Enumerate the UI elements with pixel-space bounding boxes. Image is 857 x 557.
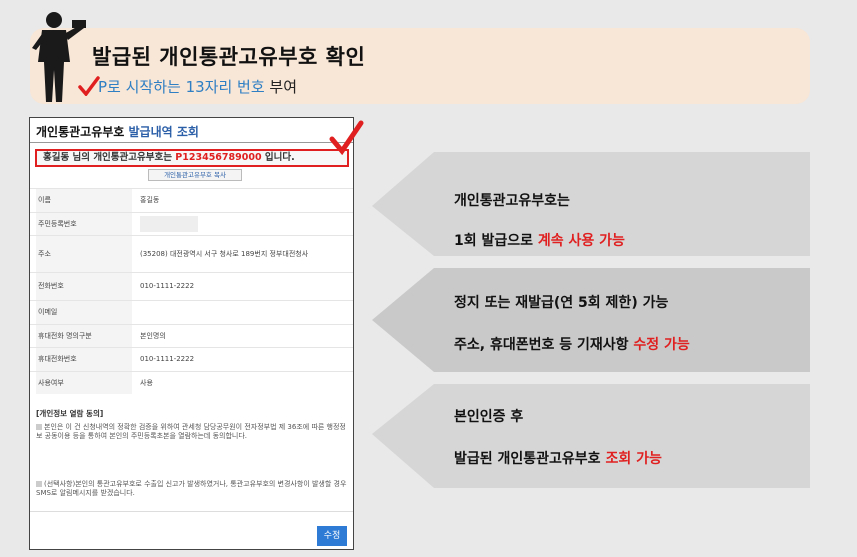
customs-code-value: P123456789000: [175, 152, 262, 163]
red-check-icon: [78, 76, 100, 96]
row-label: 전화번호: [36, 273, 132, 300]
masked-field: [140, 215, 198, 232]
row-label: 주소: [36, 236, 132, 272]
consent-text: 본인은 이 건 신청내역의 정확한 검증을 위하여 관세청 담당공무원이 전자정…: [36, 423, 346, 440]
lookup-panel: 개인통관고유부호 발급내역 조회 홍길동 님의 개인통관고유부호는 P12345…: [29, 117, 354, 550]
callout-lookup: 본인인증 후 발급된 개인통관고유부호 조회 가능: [372, 384, 810, 488]
table-row: 이름 홍길동: [30, 188, 353, 212]
callout-emphasis: 수정 가능: [633, 337, 690, 353]
consent-item: (선택사항)본인의 통관고유부호로 수출입 신고가 발생하였거나, 통관고유부호…: [36, 480, 348, 498]
highlight-prefix: 홍길동 님의 개인통관고유부호는: [43, 152, 176, 163]
subtitle-suffix: 부여: [264, 78, 298, 96]
table-row: 휴대전화 명의구분 본인명의: [30, 323, 353, 347]
callout-line: 본인인증 후: [454, 409, 524, 425]
callout-text: 발급된 개인통관고유부호: [454, 451, 606, 467]
table-row: 휴대전화번호 010-1111-2222: [30, 347, 353, 371]
table-row: 전화번호 010-1111-2222: [30, 272, 353, 300]
divider: [30, 142, 353, 143]
consent-text: (선택사항)본인의 통관고유부호로 수출입 신고가 발생하였거나, 통관고유부호…: [36, 480, 347, 497]
row-label: 이름: [36, 189, 132, 212]
row-value: 010-1111-2222: [140, 282, 195, 290]
table-row: 사용여부 사용: [30, 370, 353, 394]
row-value: (35208) 대전광역시 서구 청사로 189번지 정부대전청사: [140, 250, 309, 258]
row-label: 휴대전화 명의구분: [36, 324, 132, 347]
customs-code-highlight: 홍길동 님의 개인통관고유부호는 P123456789000 입니다.: [35, 149, 349, 167]
row-value: 010-1111-2222: [140, 355, 195, 363]
sms-consent-checkbox[interactable]: [36, 481, 42, 487]
callout-editable: 정지 또는 재발급(연 5회 제한) 가능 주소, 휴대폰번호 등 기재사항 수…: [372, 268, 810, 372]
consent-item: 본인은 이 건 신청내역의 정확한 검증을 위하여 관세청 담당공무원이 전자정…: [36, 423, 348, 441]
row-label: 이메일: [36, 301, 132, 324]
divider: [30, 511, 353, 512]
row-value: 본인명의: [140, 331, 166, 340]
callout-reusable: 개인통관고유부호는 1회 발급으로 계속 사용 가능: [372, 152, 810, 256]
edit-button[interactable]: 수정: [317, 526, 347, 546]
copy-code-button[interactable]: 개인통관고유부호 복사: [148, 169, 242, 181]
consent-checkbox[interactable]: [36, 424, 42, 430]
page-title: 발급된 개인통관고유부호 확인: [92, 45, 366, 69]
panel-title-main: 개인통관고유부호: [36, 125, 129, 139]
callout-emphasis: 조회 가능: [605, 451, 662, 467]
row-label: 사용여부: [36, 371, 132, 394]
info-table: 이름 홍길동 주민등록번호 주소 (35208) 대전광역시 서구 청사로 189번…: [30, 188, 353, 394]
callout-emphasis: 계속 사용 가능: [537, 233, 625, 249]
table-row: 주소 (35208) 대전광역시 서구 청사로 189번지 정부대전청사: [30, 235, 353, 272]
subtitle-highlight: P로 시작하는 13자리 번호: [98, 78, 265, 96]
callout-arrow-shape: [372, 384, 810, 488]
row-label: 휴대전화번호: [36, 348, 132, 371]
callout-arrow-shape: [372, 268, 810, 372]
callout-line: 1회 발급으로 계속 사용 가능: [454, 230, 625, 250]
row-label: 주민등록번호: [36, 212, 132, 235]
callout-text: 1회 발급으로: [454, 233, 538, 249]
row-value: 홍길동: [140, 196, 160, 204]
panel-title-accent: 발급내역 조회: [128, 125, 199, 139]
callout-line: 정지 또는 재발급(연 5회 제한) 가능: [454, 295, 669, 311]
red-check-icon: [329, 120, 364, 155]
row-value: 사용: [140, 378, 153, 387]
callout-line: 주소, 휴대폰번호 등 기재사항 수정 가능: [454, 334, 690, 354]
callout-line: 개인통관고유부호는: [454, 193, 570, 209]
table-row: 이메일: [30, 300, 353, 324]
header-subtitle: P로 시작하는 13자리 번호 부여: [98, 76, 297, 97]
table-row: 주민등록번호: [30, 211, 353, 235]
highlight-suffix: 입니다.: [261, 152, 295, 163]
callout-line: 발급된 개인통관고유부호 조회 가능: [454, 448, 662, 468]
callout-text: 주소, 휴대폰번호 등 기재사항: [454, 337, 634, 353]
consent-heading: [개인정보 열람 동의]: [36, 409, 104, 418]
panel-title: 개인통관고유부호 발급내역 조회: [36, 123, 199, 140]
